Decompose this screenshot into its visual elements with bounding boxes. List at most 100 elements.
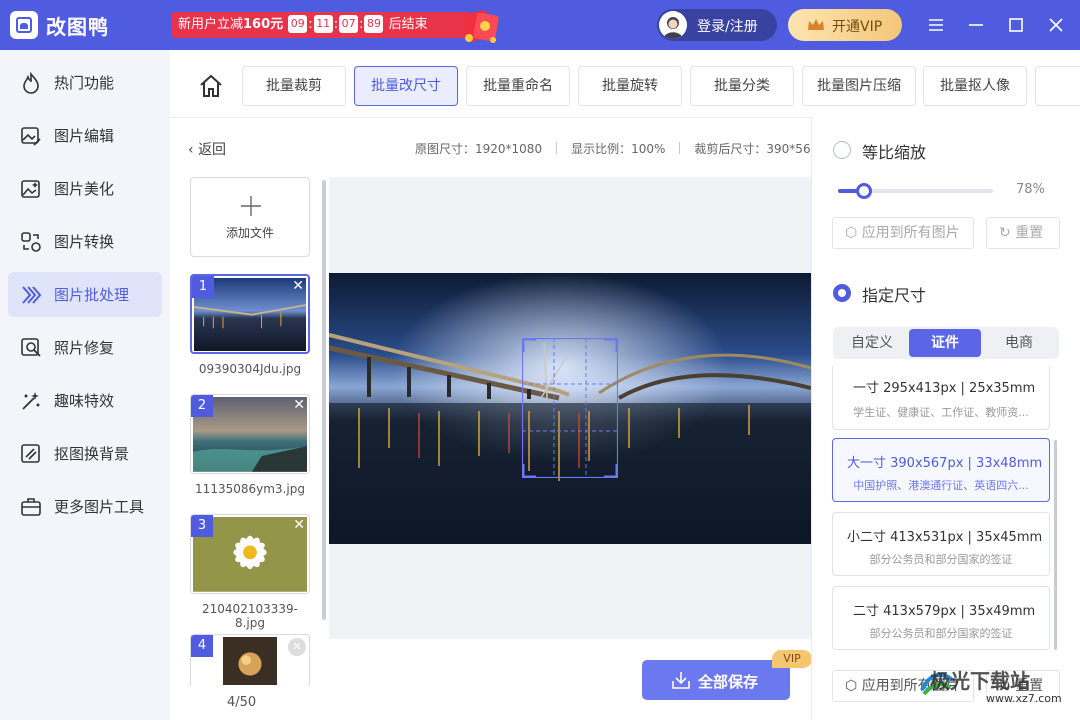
avatar-icon <box>659 11 687 39</box>
sidebar-item-label: 趣味特效 <box>54 392 115 410</box>
timer-hours: 09 <box>288 15 308 33</box>
tab-id-photo[interactable]: 证件 <box>909 329 981 357</box>
size-option-card[interactable]: 二寸 413x579px | 35x49mm 部分公务员和部分国家的签证 <box>832 586 1050 650</box>
remove-icon[interactable]: ✕ <box>288 638 306 656</box>
image-info: 原图尺寸：1920*1080 显示比例：100% 裁剪后尺寸：390*567 <box>415 140 818 157</box>
size-option-desc: 部分公务员和部分国家的签证 <box>869 627 1013 640</box>
size-option-card[interactable]: 大一寸 390x567px | 33x48mm 中国护照、港澳通行证、英语四六.… <box>832 438 1050 502</box>
tab-batch-portrait[interactable]: 批量抠人像 <box>923 66 1027 106</box>
minimize-icon[interactable] <box>963 12 989 38</box>
proportional-radio[interactable] <box>833 141 851 159</box>
size-option-card[interactable]: 小二寸 413x531px | 35x45mm 部分公务员和部分国家的签证 <box>832 512 1050 576</box>
sidebar-item-label: 更多图片工具 <box>54 498 145 516</box>
add-file-button[interactable]: 添加文件 <box>190 177 310 257</box>
save-all-label: 全部保存 <box>698 673 759 691</box>
tab-overflow[interactable] <box>1035 66 1080 106</box>
size-option-title: 二寸 413x579px | 35x49mm <box>853 604 1036 619</box>
flame-icon <box>23 71 39 94</box>
size-option-desc: 学生证、健康证、工作证、教师资... <box>853 406 1029 419</box>
app-title: 改图鸭 <box>46 15 109 39</box>
thumbnail-2[interactable]: 2 ✕ <box>190 394 310 474</box>
tab-batch-compress[interactable]: 批量图片压缩 <box>802 66 916 106</box>
options-scrollbar[interactable] <box>1054 440 1057 650</box>
login-button[interactable]: 登录/注册 <box>657 9 777 41</box>
tab-batch-rotate[interactable]: 批量旋转 <box>578 66 682 106</box>
apply-all-button[interactable]: ⬡ 应用到所有图片 <box>832 217 974 249</box>
sidebar-item-label: 热门功能 <box>54 74 115 92</box>
tab-batch-classify[interactable]: 批量分类 <box>690 66 794 106</box>
sidebar-item-batch[interactable]: 图片批处理 <box>8 272 162 317</box>
sidebar-item-convert[interactable]: 图片转换 <box>8 219 162 264</box>
reset-button[interactable]: ↻ 重置 <box>986 217 1060 249</box>
chevron-left-icon: ‹ <box>188 142 199 158</box>
sidebar-item-edit[interactable]: 图片编辑 <box>8 113 162 158</box>
remove-icon[interactable]: ✕ <box>293 518 305 532</box>
back-label: 返回 <box>198 142 227 158</box>
download-icon <box>672 672 690 689</box>
thumbnail-number: 1 <box>192 276 214 298</box>
sidebar-item-more[interactable]: 更多图片工具 <box>8 484 162 529</box>
custom-size-radio[interactable] <box>833 284 851 302</box>
thumbnail-scrollbar[interactable] <box>322 180 326 620</box>
tab-batch-resize[interactable]: 批量改尺寸 <box>354 66 458 106</box>
size-option-title: 一寸 295x413px | 25x35mm <box>853 381 1036 396</box>
promo-prefix: 新用户立减 <box>178 17 244 32</box>
remove-icon[interactable]: ✕ <box>292 279 304 293</box>
red-envelope-icon[interactable] <box>455 4 503 46</box>
close-icon[interactable] <box>1043 12 1069 38</box>
menu-icon[interactable] <box>923 12 949 38</box>
image-edit-icon <box>21 126 41 146</box>
size-category-tabs: 自定义 证件 电商 <box>833 327 1059 359</box>
cube-icon: ⬡ <box>845 678 858 694</box>
thumbnail-number: 3 <box>191 515 213 537</box>
original-size: 原图尺寸：1920*1080 <box>415 142 543 156</box>
sidebar-item-beautify[interactable]: 图片美化 <box>8 166 162 211</box>
vip-badge: VIP <box>772 650 812 668</box>
cutout-icon <box>21 443 40 463</box>
scale-value: 78% <box>1016 182 1045 197</box>
crown-icon <box>808 19 824 30</box>
promo-suffix: 后结束 <box>388 17 428 32</box>
size-option-card[interactable]: 一寸 295x413px | 25x35mm 学生证、健康证、工作证、教师资..… <box>832 366 1050 430</box>
page-count: 4/50 <box>227 695 257 710</box>
refresh-icon: ↻ <box>999 225 1011 241</box>
convert-icon <box>21 231 41 252</box>
crop-box[interactable] <box>522 338 618 478</box>
sidebar-item-label: 照片修复 <box>54 339 115 357</box>
sparkle-icon <box>22 391 40 410</box>
cropped-size: 裁剪后尺寸：390*567 <box>694 142 819 156</box>
vip-button[interactable]: 开通VIP <box>788 9 902 41</box>
custom-size-label: 指定尺寸 <box>862 286 927 305</box>
vip-label: 开通VIP <box>832 19 883 35</box>
tab-batch-crop[interactable]: 批量裁剪 <box>242 66 346 106</box>
sidebar-item-hot[interactable]: 热门功能 <box>8 60 162 105</box>
add-file-label: 添加文件 <box>225 226 274 240</box>
remove-icon[interactable]: ✕ <box>293 398 305 412</box>
maximize-icon[interactable] <box>1003 12 1029 38</box>
thumbnail-1[interactable]: 1 ✕ <box>190 274 310 354</box>
display-ratio: 显示比例：100% <box>571 142 666 156</box>
thumbnail-4[interactable]: 4 ✕ <box>190 634 310 686</box>
thumbnail-3[interactable]: 3 ✕ <box>190 514 310 594</box>
thumbnail-number: 4 <box>191 635 213 657</box>
proportional-label: 等比缩放 <box>862 143 927 162</box>
plus-icon <box>241 196 261 216</box>
watermark-url: www.xz7.com <box>986 692 1062 705</box>
thumbnail-number: 2 <box>191 395 213 417</box>
sidebar-item-effects[interactable]: 趣味特效 <box>8 378 162 423</box>
sidebar: 热门功能 图片编辑 图片美化 图片转换 图片批处理 照片修复 趣味特效 抠图换背… <box>0 50 170 720</box>
thumbnail-filename: 210402103339-8.jpg <box>202 602 298 630</box>
size-option-desc: 部分公务员和部分国家的签证 <box>869 553 1013 566</box>
tab-ecommerce[interactable]: 电商 <box>983 329 1055 357</box>
save-all-button[interactable]: 全部保存 <box>642 660 790 700</box>
toolbox-icon <box>21 497 41 516</box>
sidebar-item-cutout[interactable]: 抠图换背景 <box>8 431 162 476</box>
promo-banner[interactable]: 新用户立减160元 09:11:07:89 后结束 <box>171 12 471 38</box>
home-icon[interactable] <box>196 71 226 101</box>
divider <box>170 117 811 118</box>
back-button[interactable]: ‹ 返回 <box>188 139 226 159</box>
app-logo-icon <box>10 11 38 39</box>
tab-batch-rename[interactable]: 批量重命名 <box>466 66 570 106</box>
tab-custom[interactable]: 自定义 <box>836 329 908 357</box>
sidebar-item-repair[interactable]: 照片修复 <box>8 325 162 370</box>
